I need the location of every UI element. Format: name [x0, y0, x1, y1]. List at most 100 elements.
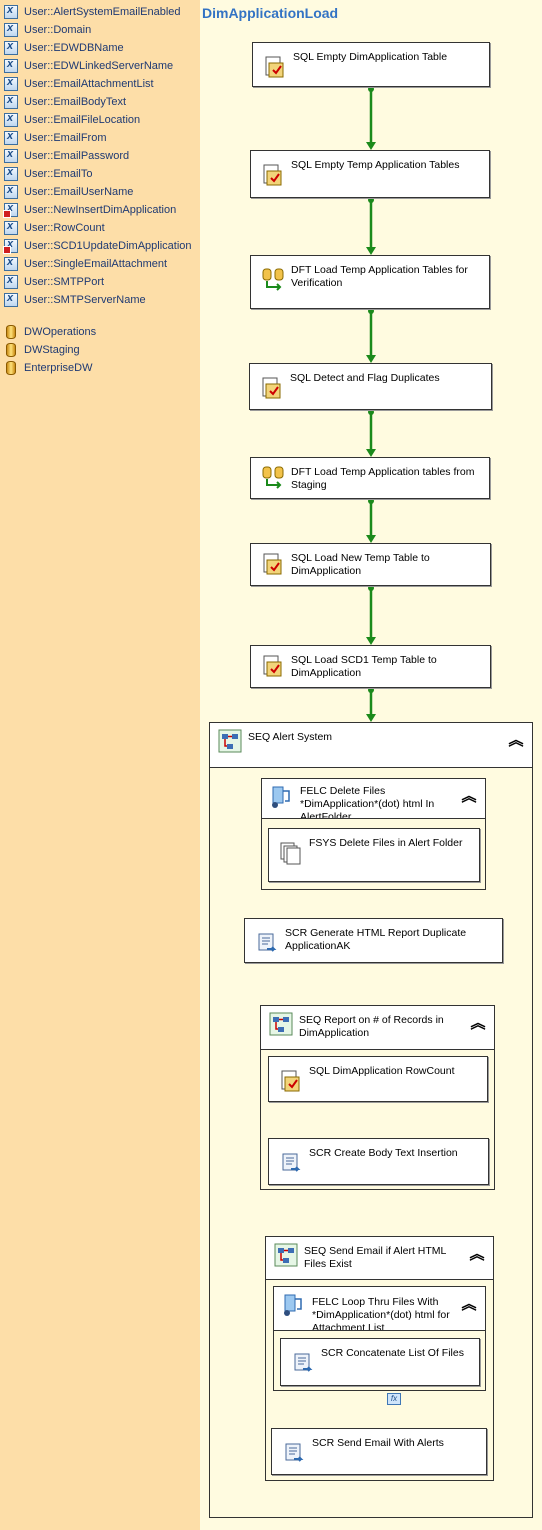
variable-icon: x [4, 166, 18, 181]
sequence-container-icon [274, 1243, 298, 1267]
connection-label: DWStaging [24, 344, 80, 356]
variable-item[interactable]: x User::EmailBodyText [4, 93, 126, 111]
variable-item[interactable]: x User::SMTPPort [4, 273, 104, 291]
task-label: SCR Generate HTML Report Duplicate Appli… [285, 927, 467, 952]
variable-item[interactable]: x User::EmailUserName [4, 183, 133, 201]
container-label: FELC Loop Thru Files With *DimApplicatio… [312, 1296, 450, 1331]
variable-item[interactable]: x User::EmailFrom [4, 129, 107, 147]
collapse-button[interactable]: ︽ [461, 1297, 477, 1313]
variable-icon: x [4, 292, 18, 307]
arrow-head [366, 355, 376, 363]
task-label: SQL Empty Temp Application Tables [291, 159, 460, 171]
container-header[interactable]: FELC Loop Thru Files With *DimApplicatio… [274, 1287, 485, 1331]
task-label: SCR Concatenate List Of Files [321, 1347, 464, 1359]
variable-icon: x [4, 76, 18, 91]
variable-item[interactable]: x User::EDWLinkedServerName [4, 57, 173, 75]
variable-label: User::EmailPassword [24, 150, 130, 162]
sequence-container-icon [218, 729, 242, 753]
container-header[interactable]: SEQ Alert System ︽ [210, 723, 532, 768]
script-task-icon [282, 1153, 301, 1172]
task-scr-generate[interactable]: SCR Generate HTML Report Duplicate Appli… [244, 918, 503, 963]
container-header[interactable]: SEQ Send Email if Alert HTML Files Exist… [266, 1237, 493, 1280]
variable-icon: x [4, 148, 18, 163]
variable-label: User::SingleEmailAttachment [24, 258, 168, 270]
task-label: SCR Create Body Text Insertion [309, 1147, 458, 1159]
variable-item[interactable]: x User::AlertSystemEmailEnabled [4, 3, 181, 21]
task-sql-detect-dupes[interactable]: SQL Detect and Flag Duplicates [249, 363, 492, 410]
variable-item[interactable]: x User::NewInsertDimApplication [3, 201, 177, 219]
task-label: DFT Load Temp Application tables from St… [291, 466, 475, 491]
task-sql-empty-temp[interactable]: SQL Empty Temp Application Tables [250, 150, 490, 198]
task-sql-load-new[interactable]: SQL Load New Temp Table to DimApplicatio… [250, 543, 491, 586]
task-fsys-delete[interactable]: FSYS Delete Files in Alert Folder [268, 828, 480, 882]
arrow-head [366, 142, 376, 150]
arrow-head [366, 449, 376, 457]
collapse-button[interactable]: ︽ [470, 1016, 486, 1032]
variable-item[interactable]: x User::RowCount [4, 219, 105, 237]
variable-label: User::RowCount [24, 222, 105, 234]
collapse-button[interactable]: ︽ [469, 1247, 485, 1263]
variable-item[interactable]: x User::EmailPassword [4, 147, 129, 165]
variable-item[interactable]: x User::EmailTo [4, 165, 92, 183]
variable-item[interactable]: x User::EmailFileLocation [4, 111, 140, 129]
sql-task-icon [263, 164, 282, 186]
variable-icon: x [4, 94, 18, 109]
connection-item[interactable]: DWOperations [6, 323, 96, 341]
foreach-loop-icon [272, 786, 290, 808]
connection-item[interactable]: EnterpriseDW [6, 359, 92, 377]
container-header[interactable]: FELC Delete Files *DimApplication*(dot) … [262, 779, 485, 819]
task-sql-load-scd1[interactable]: SQL Load SCD1 Temp Table to DimApplicati… [250, 645, 491, 688]
expression-badge[interactable]: fx [387, 1393, 401, 1405]
task-dft-load-staging[interactable]: DFT Load Temp Application tables from St… [250, 457, 490, 499]
task-label: DFT Load Temp Application Tables for Ver… [291, 264, 468, 289]
variable-icon: x [4, 22, 18, 37]
task-dft-load-verify[interactable]: DFT Load Temp Application Tables for Ver… [250, 255, 490, 309]
variable-flagged-icon: x [3, 202, 18, 218]
script-task-icon [258, 933, 277, 952]
variable-item[interactable]: x User::SingleEmailAttachment [4, 255, 167, 273]
sql-task-icon [265, 56, 284, 78]
container-label: SEQ Send Email if Alert HTML Files Exist [304, 1245, 446, 1270]
collapse-button[interactable]: ︽ [461, 789, 477, 805]
script-task-icon [285, 1443, 304, 1462]
collapse-button[interactable]: ︽ [508, 733, 524, 749]
variable-item[interactable]: x User::EmailAttachmentList [4, 75, 154, 93]
container-label: SEQ Report on # of Records in DimApplica… [299, 1014, 444, 1039]
variable-item[interactable]: x User::SCD1UpdateDimApplication [3, 237, 192, 255]
sql-task-icon [263, 553, 282, 575]
task-scr-body[interactable]: SCR Create Body Text Insertion [268, 1138, 489, 1185]
task-scr-concat[interactable]: SCR Concatenate List Of Files [280, 1338, 480, 1386]
variable-icon: x [4, 4, 18, 19]
variable-label: User::NewInsertDimApplication [24, 204, 177, 216]
data-flow-task-icon [262, 466, 284, 489]
task-label: SQL DimApplication RowCount [309, 1065, 455, 1077]
variable-label: User::AlertSystemEmailEnabled [24, 6, 181, 18]
variable-label: User::EmailFrom [24, 132, 107, 144]
variable-label: User::SMTPPort [24, 276, 105, 288]
variable-item[interactable]: x User::SMTPServerName [4, 291, 146, 309]
sequence-container-icon [269, 1012, 293, 1036]
variable-label: User::SMTPServerName [24, 294, 146, 306]
task-sql-empty-dim[interactable]: SQL Empty DimApplication Table [252, 42, 490, 87]
container-header[interactable]: SEQ Report on # of Records in DimApplica… [261, 1006, 494, 1050]
script-task-icon [294, 1353, 313, 1372]
task-sql-rowcount[interactable]: SQL DimApplication RowCount [268, 1056, 488, 1102]
task-label: SQL Load New Temp Table to DimApplicatio… [291, 552, 430, 577]
variable-label: User::EmailFileLocation [24, 114, 141, 126]
variable-icon: x [4, 220, 18, 235]
task-label: SCR Send Email With Alerts [312, 1437, 444, 1449]
variable-item[interactable]: x User::EDWDBName [4, 39, 124, 57]
foreach-loop-icon [284, 1294, 302, 1316]
connection-label: EnterpriseDW [24, 362, 93, 374]
connection-item[interactable]: DWStaging [6, 341, 80, 359]
database-icon [6, 343, 16, 357]
variable-label: User::EmailUserName [24, 186, 134, 198]
variable-item[interactable]: x User::Domain [4, 21, 91, 39]
task-label: SQL Load SCD1 Temp Table to DimApplicati… [291, 654, 437, 679]
arrow-head [366, 714, 376, 722]
task-label: SQL Detect and Flag Duplicates [290, 372, 440, 384]
variable-icon: x [4, 256, 18, 271]
arrow-head [366, 247, 376, 255]
variable-label: User::SCD1UpdateDimApplication [24, 240, 192, 252]
task-scr-send[interactable]: SCR Send Email With Alerts [271, 1428, 487, 1475]
